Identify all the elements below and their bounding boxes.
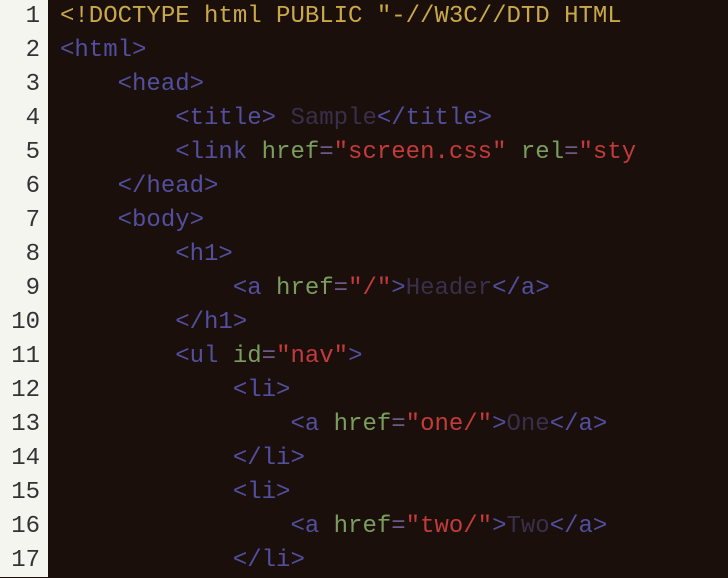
token-tag: <li> (233, 479, 291, 506)
line-number: 3 (4, 68, 40, 102)
code-line[interactable]: </head> (60, 170, 728, 204)
token-eq: = (319, 139, 333, 166)
token-txt: One (507, 411, 550, 438)
token-tag: </a> (492, 275, 550, 302)
line-number: 9 (4, 272, 40, 306)
code-line[interactable]: <li> (60, 476, 728, 510)
token-tag: > (492, 513, 506, 540)
token-val: "sty (579, 139, 637, 166)
token-tag: <ul (175, 343, 218, 370)
code-line[interactable]: <head> (60, 68, 728, 102)
token-tag: <h1> (175, 241, 233, 268)
token-tag: <a (290, 513, 319, 540)
token-tag: <head> (118, 71, 204, 98)
code-line[interactable]: <h1> (60, 238, 728, 272)
token-eq: = (334, 275, 348, 302)
token-attr: href (334, 513, 392, 540)
token-tag: </a> (550, 513, 608, 540)
code-area[interactable]: <!DOCTYPE html PUBLIC "-//W3C//DTD HTML <… (48, 0, 728, 577)
code-line[interactable]: <body> (60, 204, 728, 238)
code-line[interactable]: <a href="one/">One</a> (60, 408, 728, 442)
line-number: 13 (4, 408, 40, 442)
token (262, 275, 276, 302)
token-tag: > (348, 343, 362, 370)
line-number: 15 (4, 476, 40, 510)
token (319, 411, 333, 438)
line-number: 10 (4, 306, 40, 340)
code-line[interactable]: <link href="screen.css" rel="sty (60, 136, 728, 170)
code-line[interactable]: <title> Sample</title> (60, 102, 728, 136)
token-tag: > (391, 275, 405, 302)
line-number: 2 (4, 34, 40, 68)
code-line[interactable]: <html> (60, 34, 728, 68)
code-line[interactable]: <a href="two/">Two</a> (60, 510, 728, 544)
token-tag: <link (175, 139, 247, 166)
line-number: 5 (4, 136, 40, 170)
line-number: 4 (4, 102, 40, 136)
token-tag: <title> (175, 105, 276, 132)
code-line[interactable]: <a href="/">Header</a> (60, 272, 728, 306)
token-attr: id (233, 343, 262, 370)
token-tag: <a (290, 411, 319, 438)
code-line[interactable]: </h1> (60, 306, 728, 340)
line-number: 7 (4, 204, 40, 238)
line-number: 8 (4, 238, 40, 272)
code-line[interactable]: </li> (60, 442, 728, 476)
code-line[interactable]: <ul id="nav"> (60, 340, 728, 374)
token-tag: </li> (233, 547, 305, 574)
line-number: 12 (4, 374, 40, 408)
token-val: "nav" (276, 343, 348, 370)
token-attr: rel (521, 139, 564, 166)
token-val: "one/" (406, 411, 492, 438)
token (319, 513, 333, 540)
token (247, 139, 261, 166)
line-number: 17 (4, 544, 40, 578)
token-val: "two/" (406, 513, 492, 540)
token-tag: <body> (118, 207, 204, 234)
code-editor[interactable]: 1234567891011121314151617 <!DOCTYPE html… (0, 0, 728, 577)
token-eq: = (391, 513, 405, 540)
token-tag: <li> (233, 377, 291, 404)
line-number: 11 (4, 340, 40, 374)
token-tag: <a (233, 275, 262, 302)
token-txt: Two (507, 513, 550, 540)
token (506, 139, 520, 166)
token-tag: </li> (233, 445, 305, 472)
token-eq: = (391, 411, 405, 438)
token-tag: </title> (377, 105, 492, 132)
token-attr: href (262, 139, 320, 166)
token-tag: <html> (60, 37, 146, 64)
token-txt: Sample (276, 105, 377, 132)
token-tag: </h1> (175, 309, 247, 336)
token-doctype: <!DOCTYPE html PUBLIC "-//W3C//DTD HTML (60, 3, 622, 30)
token-val: "/" (348, 275, 391, 302)
code-line[interactable]: </li> (60, 544, 728, 577)
line-number-gutter: 1234567891011121314151617 (0, 0, 48, 577)
line-number: 6 (4, 170, 40, 204)
code-line[interactable]: <li> (60, 374, 728, 408)
line-number: 14 (4, 442, 40, 476)
token-eq: = (564, 139, 578, 166)
token-attr: href (276, 275, 334, 302)
token (218, 343, 232, 370)
token-tag: </a> (550, 411, 608, 438)
line-number: 16 (4, 510, 40, 544)
token-txt: Header (406, 275, 492, 302)
line-number: 1 (4, 0, 40, 34)
token-tag: </head> (118, 173, 219, 200)
token-attr: href (334, 411, 392, 438)
code-line[interactable]: <!DOCTYPE html PUBLIC "-//W3C//DTD HTML (60, 0, 728, 34)
token-tag: > (492, 411, 506, 438)
token-val: "screen.css" (334, 139, 507, 166)
token-eq: = (262, 343, 276, 370)
